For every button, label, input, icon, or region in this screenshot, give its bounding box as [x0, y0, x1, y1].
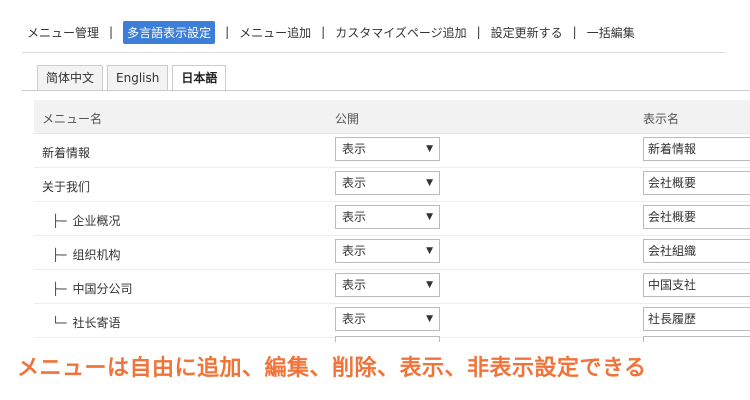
partial-row	[34, 336, 750, 342]
chevron-down-icon: ▼	[426, 144, 433, 154]
menu-name-cell: ├─ 中国分公司	[42, 280, 132, 297]
menu-name-cell: ├─ 组织机构	[42, 246, 120, 263]
nav-separator: |	[321, 25, 326, 39]
publish-select-partial[interactable]	[335, 336, 440, 342]
tree-branch-icon: ├─	[52, 214, 67, 228]
header-display-name: 表示名	[643, 112, 680, 126]
table-row: └─ 社长寄语 表示 ▼ 社長履歴	[34, 304, 750, 338]
language-tabs: 简体中文 English 日本語	[37, 65, 230, 92]
display-name-input[interactable]: 会社概要	[643, 205, 750, 229]
nav-update-settings[interactable]: 設定更新する	[491, 24, 563, 41]
tabs-divider	[22, 90, 750, 91]
menu-name: 新着情報	[42, 146, 91, 160]
table-row: ├─ 企业概况 表示 ▼ 会社概要	[34, 202, 750, 236]
menu-name: 组织机构	[72, 248, 121, 262]
chevron-down-icon: ▼	[426, 246, 433, 256]
top-nav: メニュー管理 | 多言語表示設定 | メニュー追加 | カスタマイズページ追加 …	[27, 19, 635, 45]
tree-branch-icon: ├─	[52, 248, 67, 262]
table-row: 新着情報 表示 ▼ 新着情報	[34, 134, 750, 168]
publish-select[interactable]: 表示 ▼	[335, 205, 440, 229]
publish-select[interactable]: 表示 ▼	[335, 273, 440, 297]
chevron-down-icon: ▼	[426, 178, 433, 188]
display-name-input[interactable]: 中国支社	[643, 273, 750, 297]
menu-name-cell: ├─ 企业概况	[42, 212, 120, 229]
display-name-input[interactable]: 会社概要	[643, 171, 750, 195]
menu-table: メニュー名 公開 表示名 新着情報 表示 ▼ 新着情報 关于我们 表示 ▼ 会社概要…	[34, 100, 750, 338]
menu-name: 关于我们	[42, 180, 91, 194]
publish-value: 表示	[342, 312, 367, 326]
display-name-input[interactable]: 新着情報	[643, 137, 750, 161]
menu-name-cell: └─ 社长寄语	[42, 314, 120, 331]
nav-divider	[22, 52, 725, 53]
tab-english[interactable]: English	[107, 65, 169, 91]
chevron-down-icon: ▼	[426, 212, 433, 222]
nav-add-custom-page[interactable]: カスタマイズページ追加	[335, 24, 466, 41]
publish-select[interactable]: 表示 ▼	[335, 239, 440, 263]
nav-separator: |	[225, 25, 230, 39]
nav-separator: |	[572, 25, 577, 39]
chevron-down-icon: ▼	[426, 280, 433, 290]
publish-value: 表示	[342, 176, 367, 190]
table-row: 关于我们 表示 ▼ 会社概要	[34, 168, 750, 202]
header-menu-name: メニュー名	[42, 112, 103, 126]
menu-name: 中国分公司	[72, 282, 133, 296]
nav-separator: |	[109, 25, 114, 39]
publish-value: 表示	[342, 210, 367, 224]
publish-select[interactable]: 表示 ▼	[335, 171, 440, 195]
header-publish: 公開	[335, 112, 360, 126]
nav-separator: |	[476, 25, 481, 39]
nav-bulk-edit[interactable]: 一括編集	[587, 24, 635, 41]
display-name-input-partial[interactable]	[643, 336, 750, 342]
tree-last-branch-icon: └─	[52, 316, 67, 330]
nav-menu-management[interactable]: メニュー管理	[27, 24, 99, 41]
menu-name-cell: 新着情報	[42, 144, 90, 161]
display-name-input[interactable]: 会社組織	[643, 239, 750, 263]
display-name-input[interactable]: 社長履歴	[643, 307, 750, 331]
table-row: ├─ 中国分公司 表示 ▼ 中国支社	[34, 270, 750, 304]
feature-caption: メニューは自由に追加、編集、削除、表示、非表示設定できる	[17, 356, 647, 381]
publish-value: 表示	[342, 142, 367, 156]
tab-simplified-chinese[interactable]: 简体中文	[37, 65, 104, 91]
table-header: メニュー名 公開 表示名	[34, 100, 750, 134]
menu-name-cell: 关于我们	[42, 178, 90, 195]
nav-add-menu[interactable]: メニュー追加	[239, 24, 311, 41]
table-row: ├─ 组织机构 表示 ▼ 会社組織	[34, 236, 750, 270]
publish-value: 表示	[342, 278, 367, 292]
publish-select[interactable]: 表示 ▼	[335, 307, 440, 331]
menu-name: 企业概况	[72, 214, 121, 228]
chevron-down-icon: ▼	[426, 314, 433, 324]
nav-multilingual-settings[interactable]: 多言語表示設定	[123, 20, 216, 44]
publish-select[interactable]: 表示 ▼	[335, 137, 440, 161]
tab-japanese[interactable]: 日本語	[172, 65, 227, 92]
publish-value: 表示	[342, 244, 367, 258]
tree-branch-icon: ├─	[52, 282, 67, 296]
menu-name: 社长寄语	[72, 316, 121, 330]
